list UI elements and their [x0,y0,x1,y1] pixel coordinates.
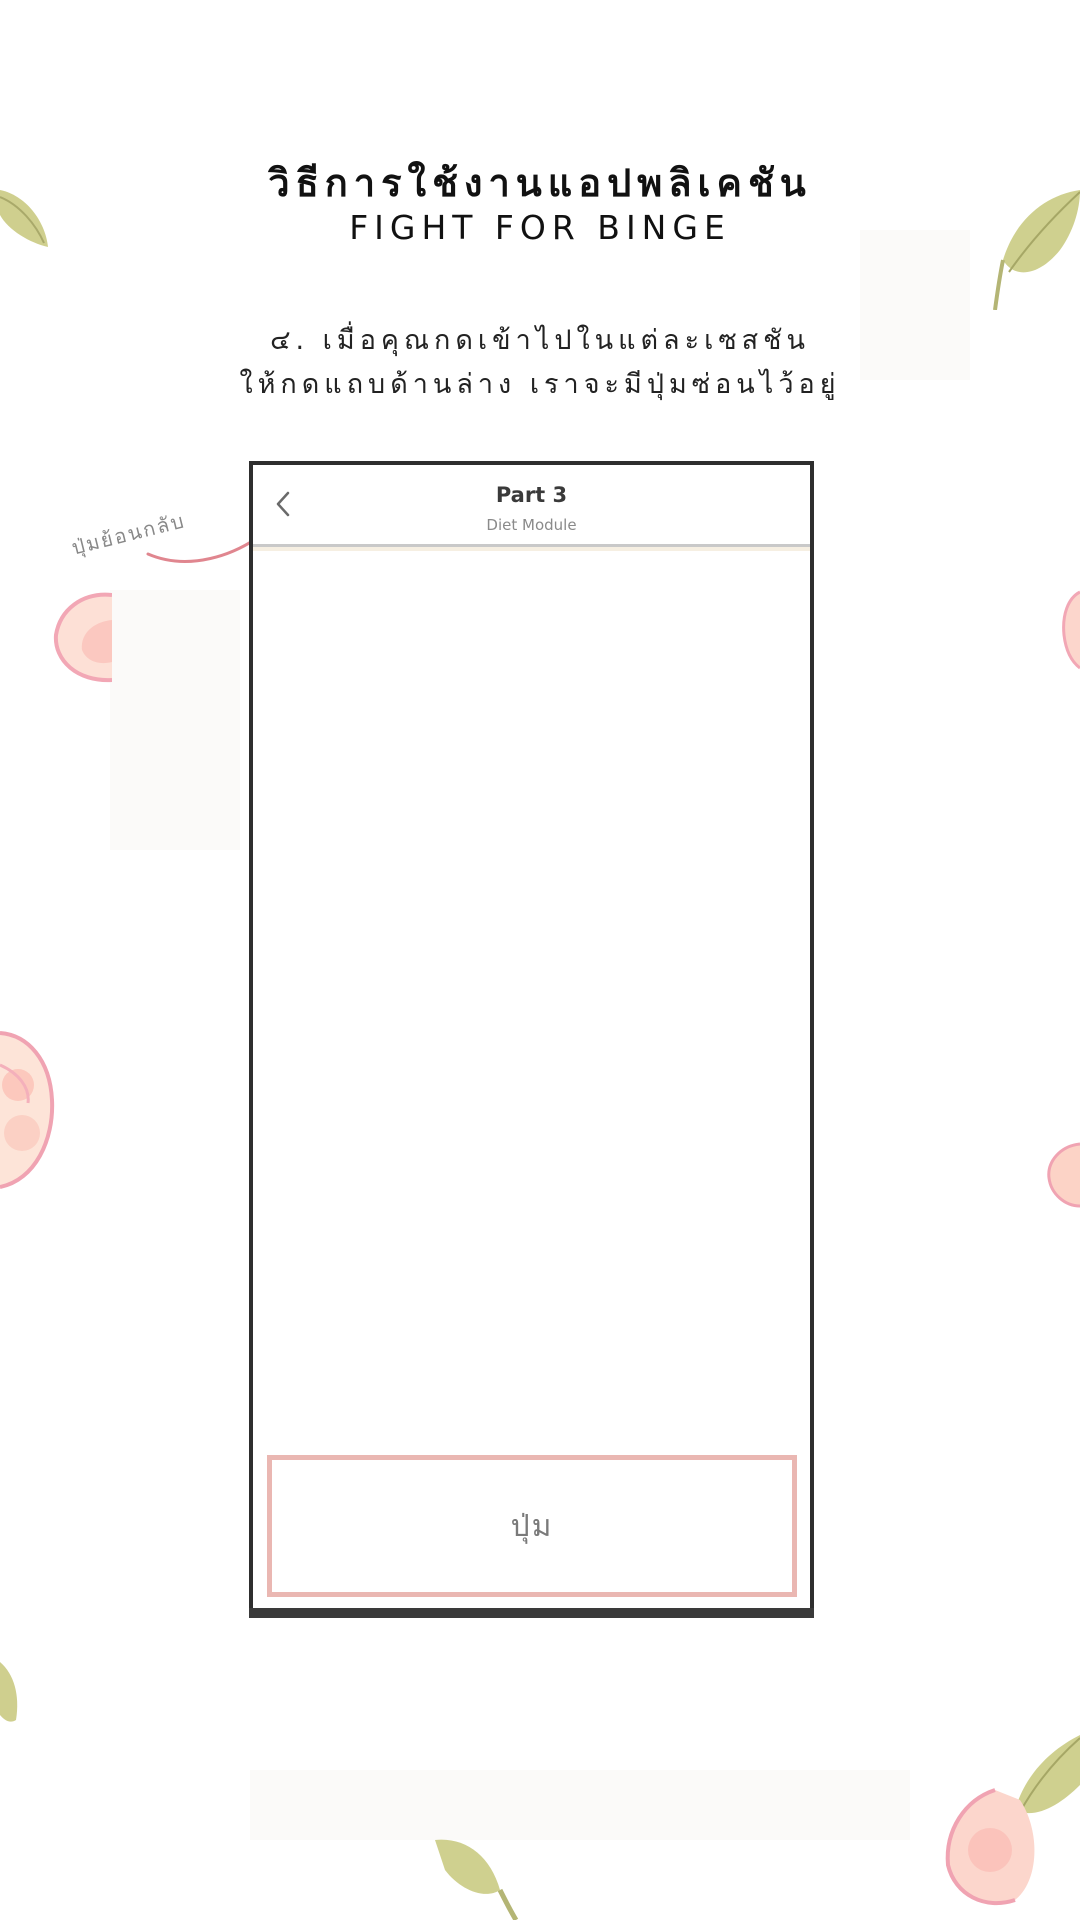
leaf-decoration-bottom-left [0,1662,18,1722]
flower-decoration-right-middle [1047,1142,1080,1208]
phone-bottom-edge [249,1608,814,1618]
phone-screen-mockup: Part 3 Diet Module ปุ่ม [249,461,814,1618]
flower-leaf-decoration-bottom-right [945,1735,1080,1906]
background-soft-panel [250,1770,910,1840]
hidden-bottom-button[interactable]: ปุ่ม [267,1455,797,1597]
instruction-line-2: ให้กดแถบด้านล่าง เราจะมีปุ่มซ่อนไว้อยู่ [239,369,841,400]
flower-decoration-left-middle [0,1031,55,1189]
flower-decoration-right-top [1062,590,1080,670]
app-header: Part 3 Diet Module [253,465,810,547]
module-part-title: Part 3 [495,483,568,507]
page-title-english: FIGHT FOR BINGE [349,208,731,247]
module-subtitle: Diet Module [486,516,577,534]
background-soft-panel [110,590,240,850]
header-divider [253,547,810,551]
page-title-thai: วิธีการใช้งานแอปพลิเคชัน [268,161,812,205]
hidden-button-label: ปุ่ม [510,1508,554,1544]
flower-decoration-left-top [53,592,112,683]
leaf-decoration-bottom-center [435,1839,519,1920]
instruction-line-1: ๔. เมื่อคุณกดเข้าไปในแต่ละเซสชัน [270,325,810,356]
